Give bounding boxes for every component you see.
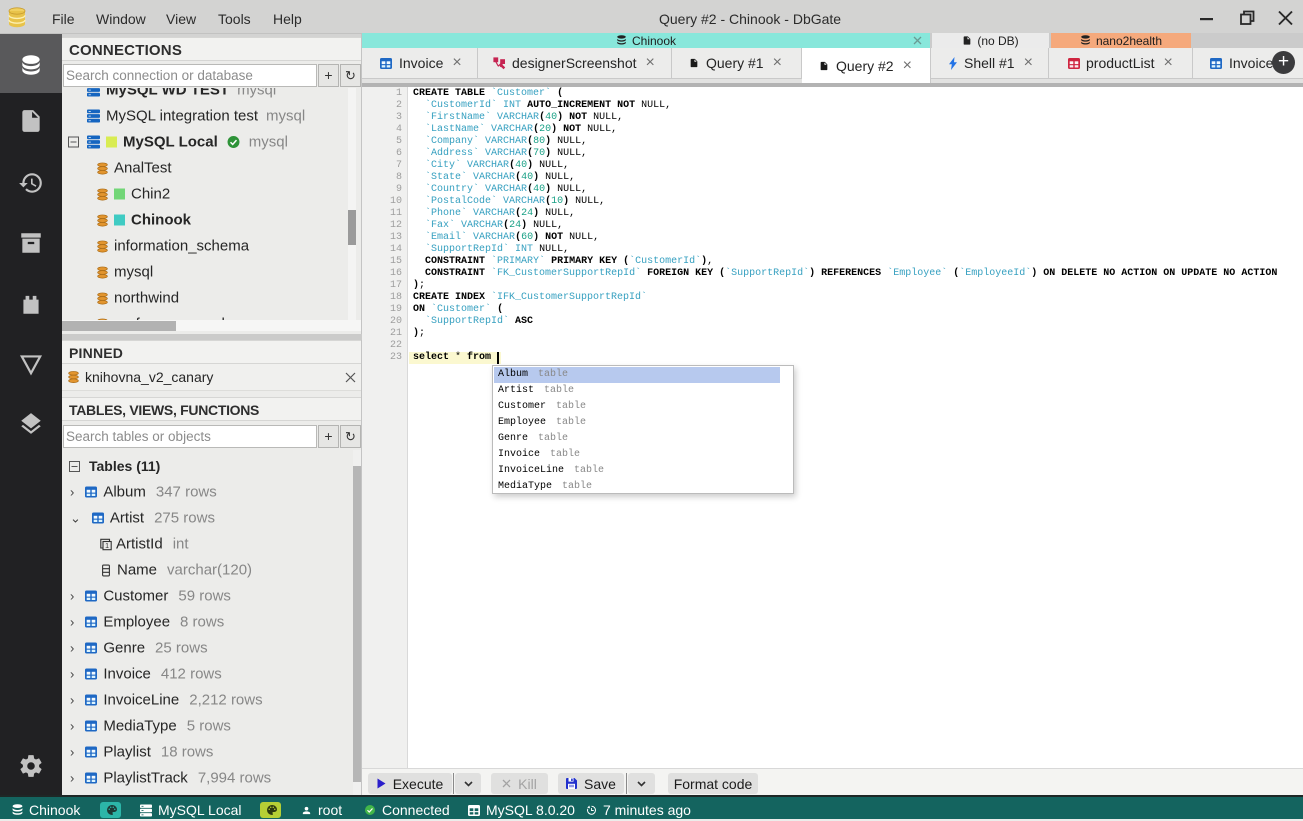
- svg-text:1: 1: [105, 543, 109, 550]
